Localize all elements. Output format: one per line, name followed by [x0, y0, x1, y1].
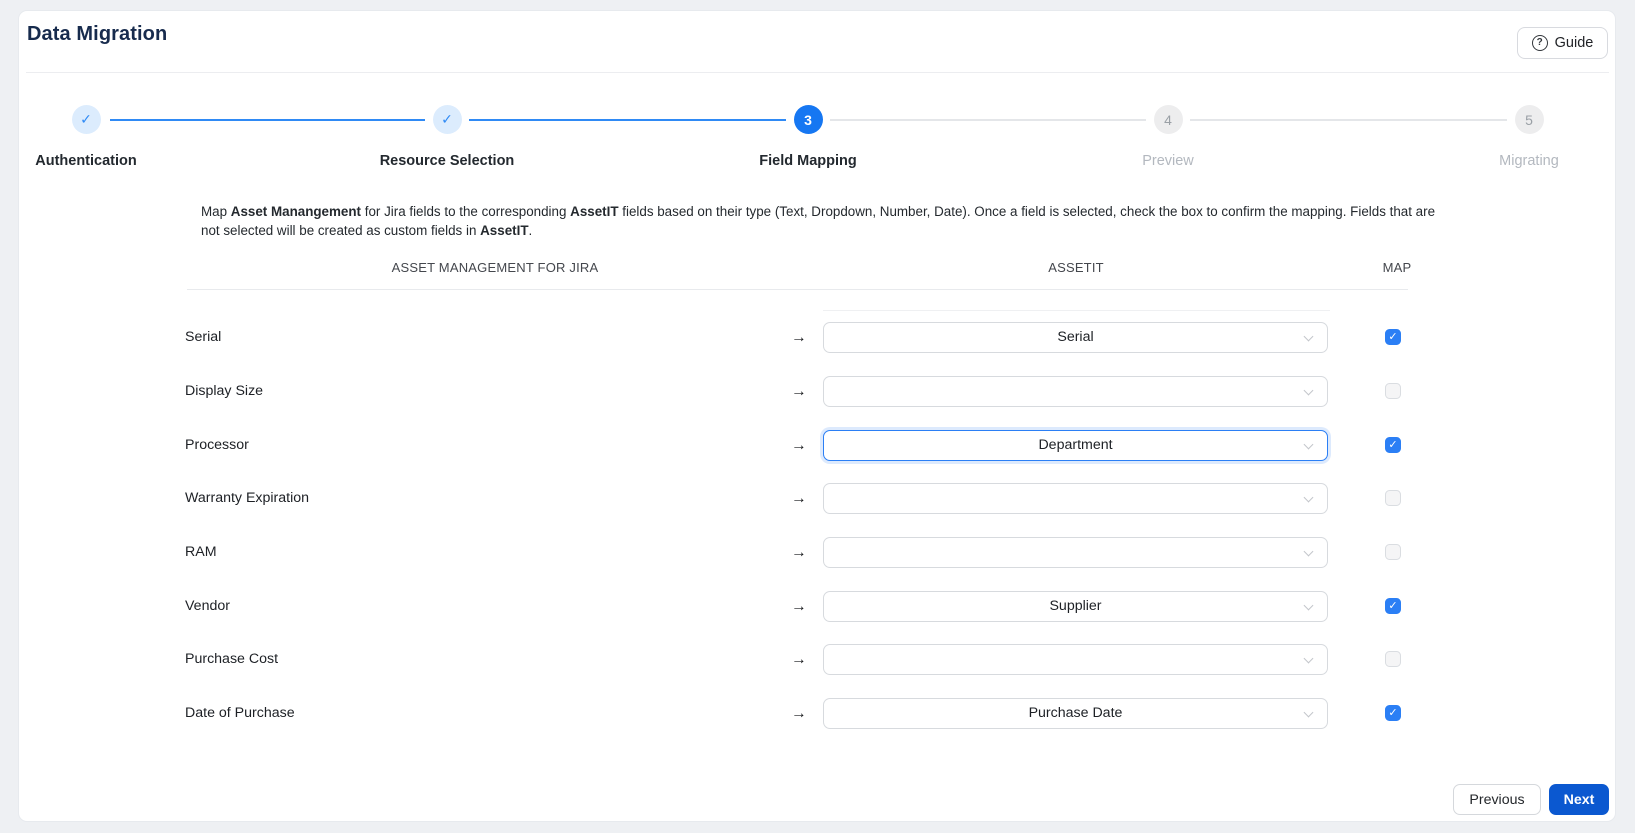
map-checkbox[interactable]: ✓ — [1385, 598, 1401, 614]
map-checkbox[interactable]: ✓ — [1385, 705, 1401, 721]
stepper-connector-todo — [830, 119, 1146, 121]
check-icon: ✓ — [80, 111, 92, 128]
table-header-divider — [187, 289, 1408, 290]
step-circle[interactable]: ✓ 3 — [794, 105, 823, 134]
table-row: RAM → ✓ — [0, 537, 1635, 568]
arrow-right-icon: → — [787, 376, 811, 407]
stepper-step-authentication: ✓ Authentication — [0, 105, 186, 169]
map-checkbox[interactable]: ✓ — [1385, 544, 1401, 560]
stepper-step-preview: ✓ 4 Preview — [1068, 105, 1268, 169]
step-label: Migrating — [1429, 153, 1629, 169]
target-field-select[interactable]: Serial — [823, 322, 1328, 353]
arrow-right-icon: → — [787, 430, 811, 461]
step-circle[interactable]: ✓ — [433, 105, 462, 134]
check-icon: ✓ — [1388, 332, 1397, 343]
target-field-select[interactable]: Department — [823, 430, 1328, 461]
map-checkbox[interactable]: ✓ — [1385, 383, 1401, 399]
column-header-source: ASSET MANAGEMENT FOR JIRA — [295, 260, 695, 275]
target-field-select[interactable]: Supplier — [823, 591, 1328, 622]
step-label: Preview — [1068, 153, 1268, 169]
source-field-label: Serial — [185, 322, 221, 353]
stepper-connector-done — [469, 119, 786, 121]
stepper-step-resource-selection: ✓ Resource Selection — [347, 105, 547, 169]
check-icon: ✓ — [1388, 601, 1397, 612]
step-number: 5 — [1525, 112, 1533, 128]
column-header-target: ASSETIT — [876, 260, 1276, 275]
map-checkbox[interactable]: ✓ — [1385, 490, 1401, 506]
help-circle-icon: ? — [1532, 35, 1548, 51]
chevron-down-icon — [1304, 653, 1314, 663]
map-checkbox[interactable]: ✓ — [1385, 437, 1401, 453]
table-row: Purchase Cost → ✓ — [0, 644, 1635, 675]
check-icon: ✓ — [1388, 440, 1397, 451]
target-field-select[interactable] — [823, 537, 1328, 568]
table-row: Display Size → ✓ — [0, 376, 1635, 407]
source-field-label: Purchase Cost — [185, 644, 278, 675]
mapping-instructions: Map Asset Manangement for Jira fields to… — [201, 203, 1435, 240]
next-button[interactable]: Next — [1549, 784, 1609, 815]
partial-select-edge — [823, 310, 1330, 311]
selected-value: Serial — [824, 323, 1327, 352]
step-label: Authentication — [0, 153, 186, 169]
stepper-step-migrating: ✓ 5 Migrating — [1429, 105, 1629, 169]
step-label: Resource Selection — [347, 153, 547, 169]
chevron-down-icon — [1304, 492, 1314, 502]
source-field-label: RAM — [185, 537, 217, 568]
step-circle[interactable]: ✓ — [72, 105, 101, 134]
source-field-label: Vendor — [185, 591, 230, 622]
step-circle[interactable]: ✓ 4 — [1154, 105, 1183, 134]
table-row: Serial → Serial ✓ — [0, 322, 1635, 353]
map-checkbox[interactable]: ✓ — [1385, 651, 1401, 667]
step-number: 4 — [1164, 112, 1172, 128]
step-circle[interactable]: ✓ 5 — [1515, 105, 1544, 134]
selected-value: Department — [824, 431, 1327, 460]
source-field-label: Display Size — [185, 376, 263, 407]
header-divider — [26, 72, 1609, 73]
arrow-right-icon: → — [787, 537, 811, 568]
check-icon: ✓ — [1388, 708, 1397, 719]
column-header-map: MAP — [1297, 260, 1497, 275]
chevron-down-icon — [1304, 385, 1314, 395]
target-field-select[interactable] — [823, 376, 1328, 407]
target-field-select[interactable] — [823, 644, 1328, 675]
target-field-select[interactable]: Purchase Date — [823, 698, 1328, 729]
arrow-right-icon: → — [787, 322, 811, 353]
table-row: Processor → Department ✓ — [0, 430, 1635, 461]
step-number: 3 — [804, 112, 812, 128]
arrow-right-icon: → — [787, 698, 811, 729]
arrow-right-icon: → — [787, 483, 811, 514]
page-title: Data Migration — [27, 23, 167, 46]
table-row: Date of Purchase → Purchase Date ✓ — [0, 698, 1635, 729]
step-label: Field Mapping — [708, 153, 908, 169]
table-row: Vendor → Supplier ✓ — [0, 591, 1635, 622]
guide-button[interactable]: ? Guide — [1517, 27, 1608, 59]
source-field-label: Date of Purchase — [185, 698, 295, 729]
map-checkbox[interactable]: ✓ — [1385, 329, 1401, 345]
source-field-label: Processor — [185, 430, 249, 461]
arrow-right-icon: → — [787, 644, 811, 675]
guide-button-label: Guide — [1555, 35, 1594, 51]
previous-button[interactable]: Previous — [1453, 784, 1541, 815]
selected-value: Purchase Date — [824, 699, 1327, 728]
target-field-select[interactable] — [823, 483, 1328, 514]
check-icon: ✓ — [441, 111, 453, 128]
source-field-label: Warranty Expiration — [185, 483, 309, 514]
arrow-right-icon: → — [787, 591, 811, 622]
chevron-down-icon — [1304, 546, 1314, 556]
selected-value: Supplier — [824, 592, 1327, 621]
stepper-connector-todo — [1190, 119, 1507, 121]
table-row: Warranty Expiration → ✓ — [0, 483, 1635, 514]
stepper-connector-done — [110, 119, 425, 121]
stepper-step-field-mapping: ✓ 3 Field Mapping — [708, 105, 908, 169]
